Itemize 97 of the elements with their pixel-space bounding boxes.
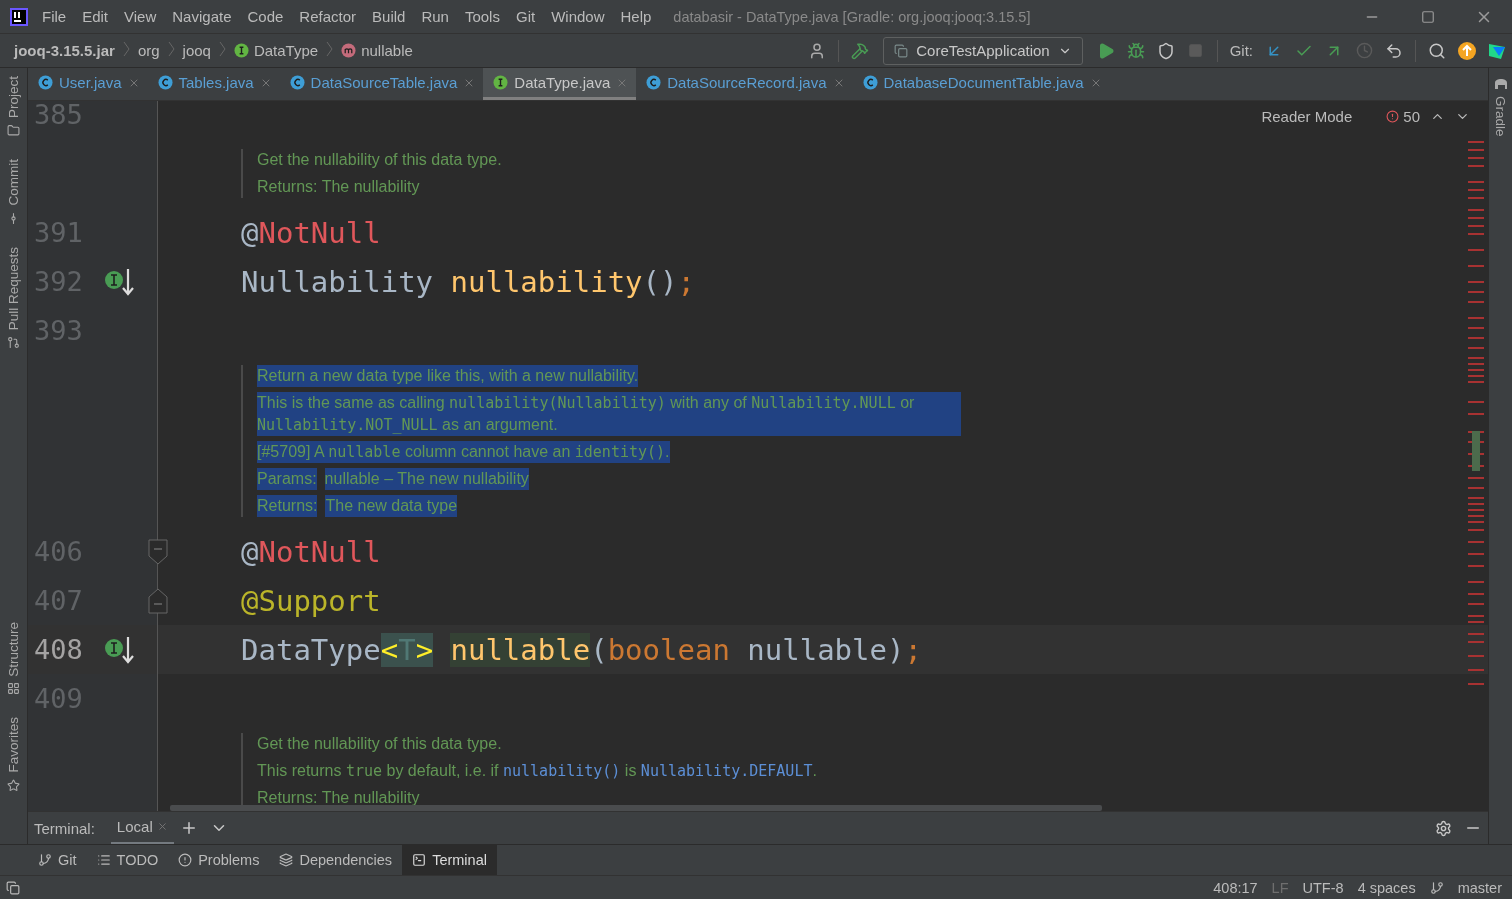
- class-icon: [157, 75, 173, 90]
- tool-window-button[interactable]: Gradle: [1493, 96, 1508, 137]
- tool-window-button[interactable]: Favorites: [6, 717, 21, 773]
- editor-tab[interactable]: DataType.java: [483, 68, 637, 100]
- fold-marker-icon[interactable]: [148, 538, 168, 565]
- tool-window-tab[interactable]: Problems: [168, 845, 270, 875]
- breadcrumb[interactable]: jooq-3.15.5.jar: [14, 42, 115, 59]
- doc-paragraph: Returns: The nullability: [257, 177, 420, 197]
- code-line: Nullability nullability();: [241, 264, 695, 299]
- line-number: 408: [34, 634, 84, 665]
- chevron-right-icon: [218, 41, 226, 57]
- tool-window-icon: [7, 682, 20, 696]
- run-configuration-dropdown[interactable]: CoreTestApplication: [883, 36, 1083, 65]
- window-title: databasir - DataType.java [Gradle: org.jooq:jooq:3.15.5]: [673, 8, 1032, 25]
- session-tab[interactable]: Local: [110, 811, 174, 845]
- doc-tag-label: Params:: [257, 468, 317, 490]
- menu-item[interactable]: Code: [239, 8, 292, 25]
- problems-counter[interactable]: 50: [1386, 108, 1420, 125]
- chevron-right-icon: [167, 41, 175, 57]
- menu-item[interactable]: Tools: [456, 8, 508, 25]
- encoding[interactable]: UTF-8: [1302, 879, 1344, 896]
- interface-icon: [233, 43, 249, 58]
- menu-item[interactable]: File: [34, 8, 75, 25]
- menu-item[interactable]: Edit: [74, 8, 117, 25]
- terminal-label: Terminal:: [34, 819, 95, 837]
- doc-paragraph: Returns: The nullability: [257, 788, 420, 808]
- editor-tab[interactable]: User.java: [28, 68, 148, 100]
- app-logo-icon: [10, 7, 28, 26]
- breadcrumb[interactable]: DataType: [233, 42, 319, 59]
- code-link[interactable]: nullability(): [503, 762, 621, 780]
- menu-item[interactable]: Build: [364, 8, 414, 25]
- implements-marker-icon[interactable]: [104, 634, 136, 665]
- class-icon: [862, 75, 878, 90]
- indent[interactable]: 4 spaces: [1357, 879, 1416, 896]
- implements-marker-icon[interactable]: [104, 266, 136, 297]
- interface-icon: [493, 75, 509, 90]
- alert-icon: [178, 853, 193, 867]
- editor-tab[interactable]: DatabaseDocumentTable.java: [852, 68, 1110, 100]
- class-icon: [38, 75, 53, 90]
- editor-tab[interactable]: DataSourceRecord.java: [636, 68, 853, 100]
- caret-position[interactable]: 408:17: [1213, 879, 1258, 896]
- doc-tag-label: Returns:: [257, 495, 318, 517]
- branch-icon: [1429, 880, 1444, 895]
- git-branch[interactable]: master: [1457, 879, 1502, 896]
- layers-icon: [279, 853, 294, 867]
- editor-tab[interactable]: Tables.java: [147, 68, 280, 100]
- breadcrumb[interactable]: jooq: [182, 42, 211, 59]
- terminal-icon: [412, 853, 427, 867]
- doc-paragraph: Get the nullability of this data type.: [257, 734, 502, 754]
- doc-paragraph: Get the nullability of this data type.: [257, 150, 502, 170]
- chevron-right-icon: [122, 41, 130, 57]
- git-label: Git:: [1229, 42, 1253, 59]
- tool-window-tab[interactable]: TODO: [86, 845, 169, 875]
- layout-icon[interactable]: [6, 880, 20, 895]
- doc-paragraph: This is the same as calling nullability(Nullability) with any of Nullability.NULL or Nullability.NOT_NULL as an argument.: [257, 392, 961, 436]
- tool-window-tab[interactable]: Dependencies: [269, 845, 403, 875]
- doc-paragraph: This returns true by default, i.e. if nullability() is Nullability.DEFAULT.: [257, 761, 817, 782]
- menu-item[interactable]: Window: [543, 8, 613, 25]
- tool-window-icon: [7, 779, 20, 792]
- menu-item[interactable]: View: [116, 8, 165, 25]
- fold-marker-icon[interactable]: [148, 587, 168, 614]
- chevron-right-icon: [326, 41, 334, 57]
- tool-window-button[interactable]: Project: [6, 76, 21, 119]
- class-icon: [646, 75, 662, 90]
- code-line: @NotNull: [241, 215, 381, 250]
- window-icon: [894, 43, 909, 58]
- doc-tag-text: nullable – The new nullability: [324, 468, 529, 490]
- menu-item[interactable]: Refactor: [291, 8, 365, 25]
- menu-item[interactable]: Navigate: [164, 8, 240, 25]
- list-icon: [96, 853, 111, 867]
- tool-window-button[interactable]: Pull Requests: [6, 246, 21, 330]
- code-line: @Support: [241, 583, 381, 618]
- tool-window-tab[interactable]: Terminal: [402, 845, 497, 875]
- tool-window-icon: [7, 124, 20, 138]
- tool-window-button[interactable]: Commit: [6, 159, 21, 206]
- menu-item[interactable]: Git: [507, 8, 544, 25]
- breadcrumb[interactable]: nullable: [341, 42, 413, 59]
- error-icon: [1386, 110, 1400, 123]
- branch-icon: [38, 853, 52, 867]
- method-icon: [341, 43, 357, 58]
- tool-window-button[interactable]: Structure: [6, 621, 21, 677]
- code-link[interactable]: Nullability.DEFAULT: [640, 762, 813, 780]
- maximize-icon[interactable]: [1421, 9, 1435, 24]
- menu-item[interactable]: Help: [612, 8, 660, 25]
- breadcrumb[interactable]: org: [137, 42, 160, 59]
- editor-tab[interactable]: DataSourceTable.java: [279, 68, 484, 100]
- doc-paragraph: [#5709] A nullable column cannot have an identity().: [257, 441, 670, 463]
- reader-mode-button[interactable]: Reader Mode: [1255, 107, 1359, 126]
- tool-window-tab[interactable]: Git: [28, 845, 87, 875]
- close-tab-icon[interactable]: [156, 821, 168, 832]
- doc-paragraph: Return a new data type like this, with a new nullability.: [257, 365, 639, 387]
- doc-tag-text: The new data type: [325, 495, 458, 517]
- tool-window-icon: [7, 335, 20, 349]
- horizontal-scrollbar[interactable]: [170, 805, 1102, 811]
- menu-item[interactable]: Run: [413, 8, 457, 25]
- code-line: @NotNull: [241, 534, 381, 569]
- class-icon: [289, 75, 305, 90]
